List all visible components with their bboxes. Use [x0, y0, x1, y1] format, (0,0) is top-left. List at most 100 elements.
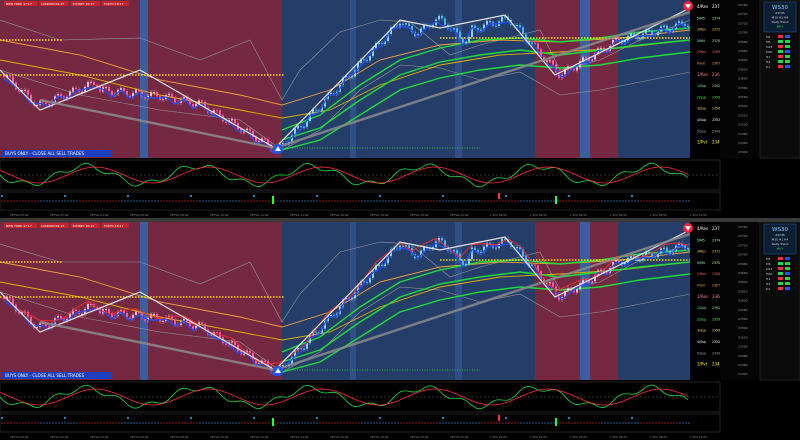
sell-signal-bar: [498, 415, 500, 421]
signal-dot: [553, 422, 555, 424]
signal-dot: [58, 422, 60, 424]
chart-pane-top[interactable]: 4/Res 23752 5/M5 23745 3/Res 23721 5/M4 23704 2/…: [0, 0, 800, 218]
session-badge-label: LONDON 09:17: [41, 2, 64, 6]
signal-dot: [481, 422, 483, 424]
price-scale-label: 23480: [738, 354, 748, 358]
signal-dot: [181, 422, 183, 424]
time-axis-label: 1 Mar 04:00: [570, 435, 587, 439]
signal-dot: [439, 200, 441, 202]
time-axis-label: 28 Feb 20:00: [410, 435, 429, 439]
price-chart[interactable]: 4/Res 237525/M5 237453/Res 237215/M4 237042/…: [0, 0, 800, 218]
candle-body: [9, 75, 11, 77]
signal-dot: [667, 200, 669, 202]
signal-dot: [157, 422, 159, 424]
signal-dot: [82, 422, 84, 424]
symbol-info-line: BUY: [777, 25, 783, 29]
signal-dot: [55, 422, 57, 424]
candle-body: [639, 260, 641, 262]
signal-dot: [346, 200, 348, 202]
signal-dot: [481, 200, 483, 202]
signal-dot: [97, 200, 99, 202]
signal-dot: [73, 200, 75, 202]
signal-dot: [445, 422, 447, 424]
signal-dot: [226, 422, 228, 424]
timeframe-signal: [785, 65, 790, 68]
signal-dot: [61, 200, 63, 202]
candle-body: [486, 20, 488, 25]
candle-body: [351, 298, 353, 300]
signal-dot: [301, 200, 303, 202]
timeframe-signal: [778, 40, 783, 43]
signal-dot: [607, 422, 609, 424]
candle-body: [468, 36, 470, 42]
signal-dot: [223, 422, 225, 424]
signal-dot: [547, 200, 549, 202]
sell-zone: [590, 0, 618, 158]
price-scale-label: 23540: [738, 104, 748, 108]
signal-marker: [64, 417, 66, 419]
sell-arrow-icon: [683, 223, 693, 233]
price-scale-label: 23540: [738, 326, 748, 330]
signal-dot: [313, 200, 315, 202]
signal-dot: [526, 422, 528, 424]
signal-dot: [667, 422, 669, 424]
candle-body: [171, 93, 173, 98]
signal-dot: [196, 200, 198, 202]
timeframe-signal: [785, 55, 790, 58]
signal-dot: [499, 422, 501, 424]
signal-dot: [292, 200, 294, 202]
signal-dot: [379, 422, 381, 424]
signal-dot: [187, 200, 189, 202]
price-scale-label: 23680: [738, 262, 748, 266]
price-scale-label: 23700: [738, 253, 748, 257]
signal-dot: [286, 200, 288, 202]
price-chart[interactable]: 4/Res 237525/M5 237453/Res 237215/M4 237042/…: [0, 222, 800, 440]
timeframe-signal: [785, 257, 790, 260]
signal-dot: [10, 422, 12, 424]
signal-dot: [364, 422, 366, 424]
buy-signal-bar: [272, 418, 274, 426]
time-axis-label: 28 Feb 04:00: [90, 213, 109, 217]
candle-body: [456, 250, 458, 254]
signal-dot: [568, 422, 570, 424]
signal-dot: [139, 422, 141, 424]
signal-marker: [568, 195, 570, 197]
candle-body: [264, 138, 266, 140]
candle-body: [216, 332, 218, 334]
timeframe-label: M30: [766, 272, 772, 276]
signal-dot: [502, 200, 504, 202]
candle-body: [264, 360, 266, 362]
price-scale-label: 23740: [738, 12, 748, 16]
price-scale-label: 23640: [738, 280, 748, 284]
signal-dot: [163, 422, 165, 424]
signal-dot: [247, 422, 249, 424]
timeframe-label: M5: [766, 262, 771, 266]
signal-dot: [670, 422, 672, 424]
signal-dot: [607, 200, 609, 202]
signal-dot: [85, 200, 87, 202]
signal-dot: [94, 422, 96, 424]
signal-dot: [49, 422, 51, 424]
signal-dot: [346, 422, 348, 424]
signal-dot: [202, 422, 204, 424]
sell-zone: [535, 0, 580, 158]
signal-dot: [232, 422, 234, 424]
time-axis-label: 28 Feb 18:00: [370, 213, 389, 217]
signal-dot: [601, 422, 603, 424]
price-scale-label: 23500: [738, 123, 748, 127]
signal-dot: [283, 200, 285, 202]
price-scale-label: 23660: [738, 49, 748, 53]
chart-pane-bottom[interactable]: 4/Res 23752 5/M5 23745 3/Res 23721 5/M4 23704 2/…: [0, 222, 800, 440]
signal-dot: [397, 200, 399, 202]
pivot-level-label: 5/M4: [697, 39, 705, 43]
signal-dot: [286, 422, 288, 424]
signal-dot: [343, 422, 345, 424]
signal-dot: [115, 200, 117, 202]
signal-dot: [331, 422, 333, 424]
pivot-level-label: 4/Sup: [697, 118, 706, 122]
signal-dot: [259, 422, 261, 424]
signal-dot: [562, 200, 564, 202]
signal-dot: [604, 200, 606, 202]
candle-body: [489, 20, 491, 23]
signal-dot: [199, 422, 201, 424]
